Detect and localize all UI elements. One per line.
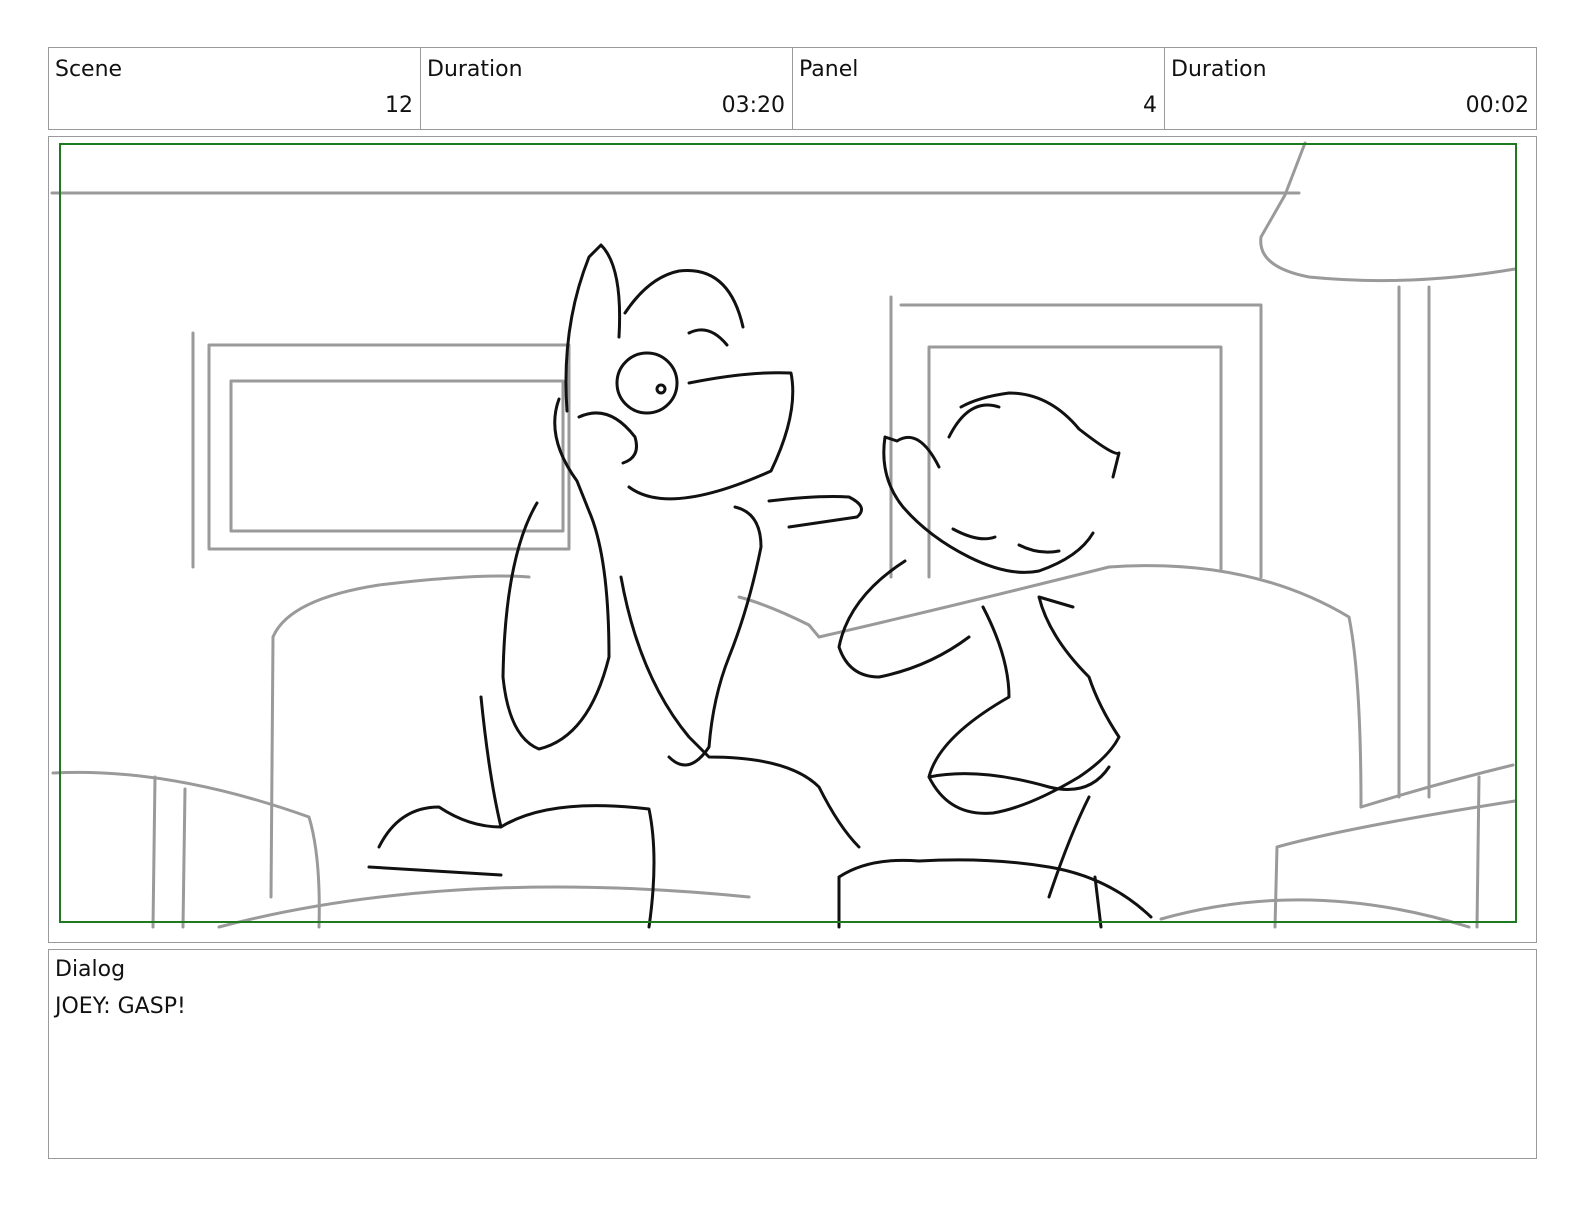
left-picture-frame — [191, 331, 571, 569]
panel-label: Panel — [799, 57, 859, 82]
scene-duration-cell: Duration 03:20 — [421, 48, 793, 129]
panel-drawing — [50, 141, 1517, 929]
dialog-box: Dialog JOEY: GASP! — [48, 949, 1537, 1159]
panel-cell: Panel 4 — [793, 48, 1165, 129]
cat-legs — [837, 858, 1153, 929]
cat-eyes — [951, 527, 1061, 554]
storyboard-panel — [48, 136, 1537, 943]
panel-duration-cell: Duration 00:02 — [1165, 48, 1536, 129]
joey-arm-down — [667, 505, 763, 767]
scene-number: 12 — [385, 93, 413, 118]
joey-head — [564, 243, 795, 501]
couch-right-arm — [1273, 763, 1517, 929]
scene-duration-label: Duration — [427, 57, 523, 82]
panel-info-header: Scene 12 Duration 03:20 Panel 4 Duration… — [48, 47, 1537, 130]
joey-pupil — [655, 383, 667, 395]
panel-duration-value: 00:02 — [1465, 93, 1529, 118]
lamp — [1259, 141, 1517, 799]
scene-cell: Scene 12 — [49, 48, 421, 129]
scene-label: Scene — [55, 57, 123, 82]
dialog-text: JOEY: GASP! — [55, 994, 186, 1019]
joey-arm-up — [501, 397, 611, 751]
joey-torso — [619, 575, 861, 849]
cat-arms-crossed — [927, 765, 1111, 899]
dialog-label: Dialog — [55, 957, 126, 982]
background-sketch — [50, 141, 1517, 929]
panel-duration-label: Duration — [1171, 57, 1267, 82]
right-picture-frame — [889, 295, 1263, 579]
couch-back — [271, 564, 1363, 809]
couch-left-arm — [51, 635, 321, 929]
panel-number: 4 — [1143, 93, 1157, 118]
joey-eye — [615, 351, 679, 415]
scene-duration-value: 03:20 — [721, 93, 785, 118]
joey-brow — [687, 328, 729, 347]
joey-pointing-finger — [767, 495, 863, 529]
joey-paw-face — [577, 411, 638, 465]
cat-head — [882, 403, 1095, 574]
